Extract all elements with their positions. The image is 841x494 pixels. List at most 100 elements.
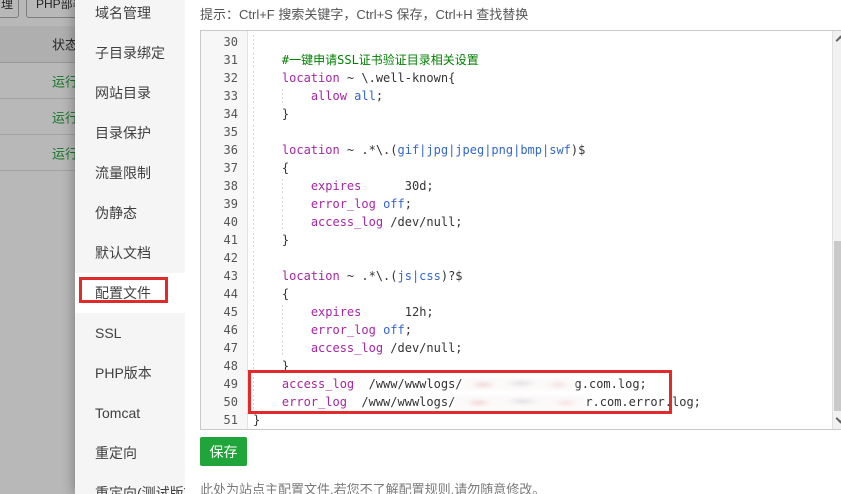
code-line[interactable]: error_log off; (253, 321, 832, 339)
code-line[interactable]: expires 12h; (253, 303, 832, 321)
line-number: 39 (201, 195, 247, 213)
code-token-atom: js|css (398, 269, 441, 283)
code-line[interactable]: error_log /www/wwwlogs/r.com.error.log; (253, 393, 832, 411)
line-number: 32 (201, 69, 247, 87)
indent-guide (253, 341, 282, 355)
code-line[interactable]: location ~ .*\.(js|css)?$ (253, 267, 832, 285)
indent-guide (253, 323, 282, 337)
sidebar-item-default-doc[interactable]: 默认文档 (75, 233, 185, 273)
sidebar-item-config-file[interactable]: 配置文件 (75, 273, 185, 313)
indent-guide (253, 161, 282, 175)
code-token-plain: 12h; (361, 305, 433, 319)
config-code-editor[interactable]: 3031323334353637383940414243444546474849… (200, 30, 841, 430)
code-token-atom: gif|jpg|jpeg|png|bmp|swf (398, 143, 571, 157)
code-token-keyword: allow (311, 89, 347, 103)
code-line[interactable]: } (253, 105, 832, 123)
indent-guide (282, 197, 311, 211)
editor-gutter: 3031323334353637383940414243444546474849… (201, 31, 248, 429)
code-line[interactable]: access_log /dev/null; (253, 339, 832, 357)
indent-guide (253, 179, 282, 193)
code-line[interactable]: expires 30d; (253, 177, 832, 195)
code-token-keyword: location (282, 269, 340, 283)
indent-guide (253, 287, 282, 301)
save-button[interactable]: 保存 (200, 437, 247, 466)
code-token-keyword: error_log (282, 395, 347, 409)
sidebar-item-traffic[interactable]: 流量限制 (75, 153, 185, 193)
line-number: 34 (201, 105, 247, 123)
site-settings-dialog: 域名管理子目录绑定网站目录目录保护流量限制伪静态默认文档配置文件SSLPHP版本… (75, 0, 841, 494)
line-number: 43 (201, 267, 247, 285)
line-number: 31 (201, 51, 247, 69)
code-token-plain (376, 197, 383, 211)
code-token-atom: off (383, 323, 405, 337)
code-token-keyword: location (282, 143, 340, 157)
code-token-plain: } (282, 107, 289, 121)
indent-guide (282, 341, 311, 355)
code-token-atom: off (383, 197, 405, 211)
code-token-plain (376, 323, 383, 337)
code-line[interactable]: access_log /dev/null; (253, 213, 832, 231)
code-token-atom: all (354, 89, 376, 103)
vertical-scrollbar[interactable] (832, 31, 841, 429)
code-token-comment: #一键申请SSL证书验证目录相关设置 (282, 53, 479, 67)
line-number: 42 (201, 249, 247, 267)
redacted-domain (463, 377, 575, 391)
indent-guide (253, 395, 282, 409)
line-number: 36 (201, 141, 247, 159)
code-line[interactable]: location ~ \.well-known{ (253, 69, 832, 87)
code-token-plain: 30d; (361, 179, 433, 193)
editor-shortcut-tip: 提示：Ctrl+F 搜索关键字，Ctrl+S 保存，Ctrl+H 查找替换 (200, 4, 528, 23)
code-line[interactable]: } (253, 231, 832, 249)
sidebar-item-redirect-beta[interactable]: 重定向(测试版) (75, 473, 185, 494)
sidebar-item-tomcat[interactable]: Tomcat (75, 393, 185, 433)
indent-guide (253, 89, 282, 103)
line-number: 45 (201, 303, 247, 321)
indent-guide (253, 305, 282, 319)
code-token-plain: ; (405, 323, 412, 337)
code-line[interactable]: { (253, 159, 832, 177)
indent-guide (253, 233, 282, 247)
scroll-up-button[interactable] (833, 31, 841, 48)
code-token-plain: { (282, 287, 289, 301)
code-line[interactable]: { (253, 285, 832, 303)
sidebar-item-domain[interactable]: 域名管理 (75, 0, 185, 33)
code-token-plain: /www/wwwlogs/ (347, 395, 455, 409)
sidebar-item-ssl[interactable]: SSL (75, 313, 185, 353)
scrollbar-thumb[interactable] (834, 241, 841, 411)
line-number: 44 (201, 285, 247, 303)
code-token-plain: )?$ (441, 269, 463, 283)
redacted-domain (455, 395, 585, 409)
screen: 理 PHP部署 状态 运行运行运行 域名管理子目录绑定网站目录目录保护流量限制伪… (0, 0, 841, 494)
line-number: 30 (201, 33, 247, 51)
code-line[interactable]: allow all; (253, 87, 832, 105)
code-token-plain: ~ \.well-known{ (340, 71, 456, 85)
code-line[interactable] (253, 33, 832, 51)
indent-guide (253, 269, 282, 283)
line-number: 41 (201, 231, 247, 249)
code-token-keyword: access_log (311, 341, 383, 355)
code-line[interactable]: } (253, 357, 832, 375)
sidebar-item-redirect[interactable]: 重定向 (75, 433, 185, 473)
indent-guide (253, 107, 282, 121)
code-line[interactable]: location ~ .*\.(gif|jpg|jpeg|png|bmp|swf… (253, 141, 832, 159)
indent-guide (253, 143, 282, 157)
sidebar-item-php-version[interactable]: PHP版本 (75, 353, 185, 393)
scroll-down-button[interactable] (833, 412, 841, 429)
line-number: 37 (201, 159, 247, 177)
footer-warning-text: 此处为站点主配置文件,若您不了解配置规则,请勿随意修改。 (200, 479, 545, 494)
line-number: 40 (201, 213, 247, 231)
sidebar-item-rewrite[interactable]: 伪静态 (75, 193, 185, 233)
sidebar-item-protect[interactable]: 目录保护 (75, 113, 185, 153)
code-line[interactable]: } (253, 411, 832, 429)
line-number: 35 (201, 123, 247, 141)
line-number: 51 (201, 411, 247, 429)
code-line[interactable]: error_log off; (253, 195, 832, 213)
indent-guide (253, 377, 282, 391)
code-line[interactable]: #一键申请SSL证书验证目录相关设置 (253, 51, 832, 69)
sidebar-item-subdir[interactable]: 子目录绑定 (75, 33, 185, 73)
code-line[interactable]: access_log /www/wwwlogs/g.com.log; (253, 375, 832, 393)
code-line[interactable] (253, 249, 832, 267)
code-line[interactable] (253, 123, 832, 141)
sidebar-item-sitedir[interactable]: 网站目录 (75, 73, 185, 113)
editor-code-area[interactable]: #一键申请SSL证书验证目录相关设置 location ~ \.well-kno… (249, 31, 832, 429)
